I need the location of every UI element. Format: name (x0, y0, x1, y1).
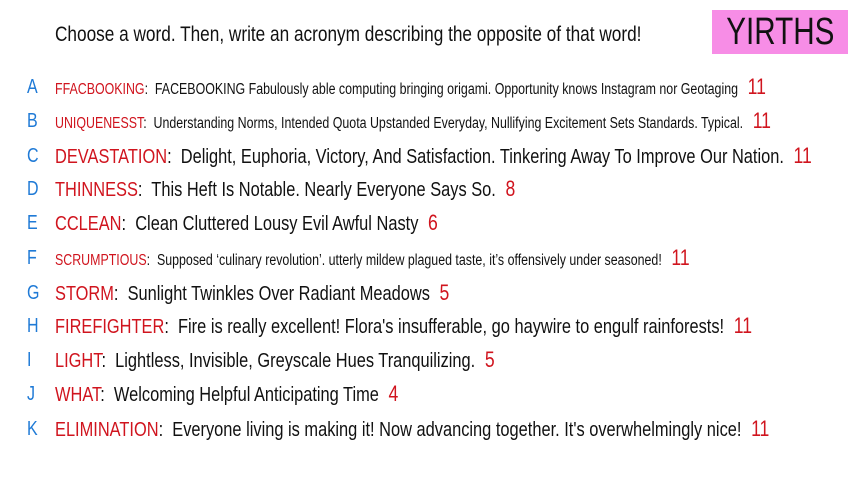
answer-row: D THINNESS: This Heft Is Notable. Nearly… (0, 174, 853, 204)
answer-line: UNIQUENESST: Understanding Norms, Intend… (55, 106, 771, 139)
chosen-word: UNIQUENESST (55, 115, 144, 132)
acronym-text: Understanding Norms, Intended Quota Upst… (153, 115, 744, 132)
score: 11 (747, 74, 766, 99)
chosen-word: CCLEAN (55, 212, 122, 235)
colon: : (158, 418, 173, 441)
instructions-title: Choose a word. Then, write an acronym de… (55, 23, 642, 46)
answer-line: DEVASTATION: Delight, Euphoria, Victory,… (55, 141, 812, 172)
answer-row: A FFACBOOKING: FACEBOOKING Fabulously ab… (0, 72, 853, 102)
answer-row: B UNIQUENESST: Understanding Norms, Inte… (0, 106, 853, 136)
chosen-word: WHAT (55, 383, 101, 406)
answer-row: I LIGHT: Lightless, Invisible, Greyscale… (0, 345, 853, 375)
score: 11 (793, 143, 812, 168)
colon: : (121, 212, 136, 235)
answer-line: STORM: Sunlight Twinkles Over Radiant Me… (55, 278, 449, 309)
score: 11 (752, 108, 771, 133)
acronym-text: This Heft Is Notable. Nearly Everyone Sa… (151, 178, 496, 201)
answer-row: J WHAT: Welcoming Helpful Anticipating T… (0, 379, 853, 409)
score: 5 (484, 347, 495, 372)
row-letter: C (27, 145, 39, 167)
answer-line: CCLEAN: Clean Cluttered Lousy Evil Awful… (55, 208, 438, 239)
colon: : (143, 115, 154, 132)
acronym-text: Supposed ‘culinary revolution’. utterly … (156, 252, 662, 269)
acronym-text: FACEBOOKING Fabulously able computing br… (154, 81, 739, 98)
colon: : (113, 282, 128, 305)
player-name-badge: YIRTHS (712, 10, 848, 54)
acronym-text: Fire is really excellent! Flora's insuff… (178, 315, 725, 338)
acronym-text: Clean Cluttered Lousy Evil Awful Nasty (135, 212, 419, 235)
player-name: YIRTHS (725, 10, 835, 53)
answer-line: THINNESS: This Heft Is Notable. Nearly E… (55, 174, 515, 205)
score: 8 (505, 176, 516, 201)
colon: : (144, 81, 155, 98)
chosen-word: THINNESS (55, 178, 138, 201)
score: 11 (671, 245, 690, 270)
answer-row: H FIREFIGHTER: Fire is really excellent!… (0, 311, 853, 341)
answer-line: FIREFIGHTER: Fire is really excellent! F… (55, 311, 752, 342)
row-letter: K (27, 418, 38, 440)
score: 11 (751, 416, 770, 441)
chosen-word: STORM (55, 282, 114, 305)
answer-row: E CCLEAN: Clean Cluttered Lousy Evil Awf… (0, 208, 853, 238)
answer-line: ELIMINATION: Everyone living is making i… (55, 414, 769, 445)
answer-row: C DEVASTATION: Delight, Euphoria, Victor… (0, 141, 853, 171)
row-letter: H (27, 315, 39, 337)
score: 5 (439, 280, 450, 305)
acronym-text: Lightless, Invisible, Greyscale Hues Tra… (115, 349, 476, 372)
colon: : (100, 383, 114, 406)
acronym-text: Everyone living is making it! Now advanc… (172, 418, 742, 441)
acronym-text: Sunlight Twinkles Over Radiant Meadows (127, 282, 430, 305)
acronym-text: Delight, Euphoria, Victory, And Satisfac… (180, 145, 784, 168)
row-letter: B (27, 110, 38, 132)
chosen-word: DEVASTATION (55, 145, 168, 168)
chosen-word: ELIMINATION (55, 418, 159, 441)
row-letter: J (27, 383, 35, 405)
acronym-text: Welcoming Helpful Anticipating Time (113, 383, 379, 406)
chosen-word: LIGHT (55, 349, 102, 372)
score: 11 (733, 313, 752, 338)
row-letter: A (27, 76, 38, 98)
row-letter: F (27, 247, 37, 269)
answer-line: FFACBOOKING: FACEBOOKING Fabulously able… (55, 72, 766, 105)
answer-line: WHAT: Welcoming Helpful Anticipating Tim… (55, 379, 398, 410)
colon: : (101, 349, 116, 372)
colon: : (146, 252, 157, 269)
row-letter: D (27, 178, 39, 200)
answer-row: F SCRUMPTIOUS: Supposed ‘culinary revolu… (0, 243, 853, 273)
row-letter: E (27, 212, 38, 234)
row-letter: I (27, 349, 32, 371)
chosen-word: SCRUMPTIOUS (55, 252, 147, 269)
answer-line: LIGHT: Lightless, Invisible, Greyscale H… (55, 345, 495, 376)
answer-row: G STORM: Sunlight Twinkles Over Radiant … (0, 278, 853, 308)
colon: : (137, 178, 152, 201)
row-letter: G (27, 282, 40, 304)
colon: : (167, 145, 181, 168)
chosen-word: FIREFIGHTER (55, 315, 165, 338)
score: 4 (388, 381, 399, 406)
answer-row: K ELIMINATION: Everyone living is making… (0, 414, 853, 444)
chosen-word: FFACBOOKING (55, 81, 145, 98)
answer-line: SCRUMPTIOUS: Supposed ‘culinary revoluti… (55, 243, 690, 276)
colon: : (164, 315, 179, 338)
score: 6 (428, 210, 438, 235)
